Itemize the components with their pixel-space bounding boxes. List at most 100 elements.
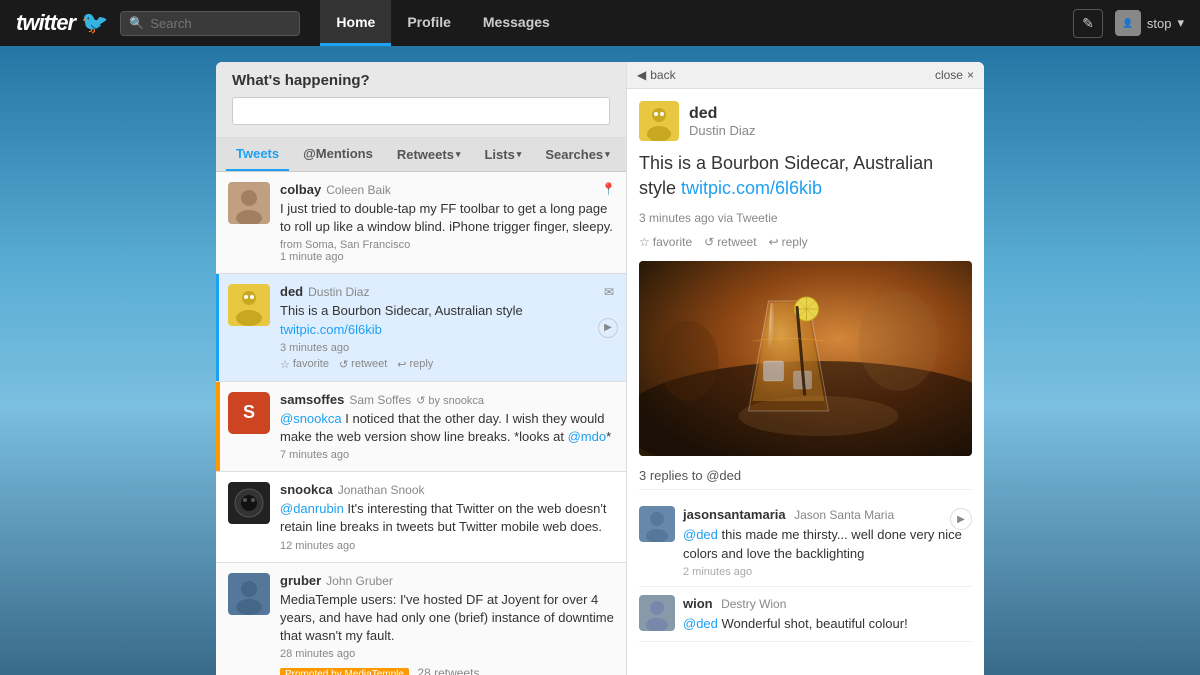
tweet-body: ded Dustin Diaz ✉ This is a Bourbon Side… xyxy=(280,284,614,370)
promoted-indicator xyxy=(216,382,220,471)
reply-realname: Jason Santa Maria xyxy=(794,508,894,522)
whats-happening-section: What's happening? xyxy=(216,62,626,138)
back-arrow-icon: ◀ xyxy=(637,68,646,82)
reply-item[interactable]: jasonsantamaria Jason Santa Maria @ded t… xyxy=(639,498,972,586)
detail-meta: 3 minutes ago via Tweetie xyxy=(639,211,972,225)
tweet-time: 1 minute ago xyxy=(280,251,344,263)
tab-tweets[interactable]: Tweets xyxy=(226,138,289,171)
tweet-compose-input[interactable] xyxy=(232,97,610,125)
tweet-text: @snookca I noticed that the other day. I… xyxy=(280,410,614,446)
reply-header: jasonsantamaria Jason Santa Maria xyxy=(683,506,972,524)
tweet-header: ded Dustin Diaz ✉ xyxy=(280,284,614,299)
back-label: back xyxy=(650,68,675,82)
tweet-actions: ☆ favorite ↺ retweet ↩ reply xyxy=(280,358,614,371)
tweet-meta: from Soma, San Francisco 1 minute ago xyxy=(280,239,614,263)
logo-text: twitter xyxy=(16,10,75,36)
detail-tweet-time: 3 minutes ago via Tweetie xyxy=(639,211,778,225)
detail-content: ded Dustin Diaz This is a Bourbon Sideca… xyxy=(627,89,984,675)
nav-profile[interactable]: Profile xyxy=(391,0,467,46)
detail-tweet-link[interactable]: twitpic.com/6l6kib xyxy=(681,178,822,198)
search-box[interactable]: 🔍 xyxy=(120,11,300,36)
user-menu[interactable]: 👤 stop ▾ xyxy=(1115,10,1184,36)
compose-button[interactable]: ✎ xyxy=(1073,9,1103,38)
tweet-expand-arrow[interactable]: ▶ xyxy=(598,318,618,338)
tweet-realname: Jonathan Snook xyxy=(338,483,425,497)
right-panel: ◀ back close × xyxy=(626,62,984,675)
tweet-location: from Soma, San Francisco xyxy=(280,239,410,251)
tweet-text: I just tried to double-tap my FF toolbar… xyxy=(280,200,614,236)
reply-action[interactable]: ↩ reply xyxy=(397,358,433,371)
mention-link[interactable]: @danrubin xyxy=(280,501,344,516)
reply-icon: ↩ xyxy=(769,235,779,249)
reply-header: wion Destry Wion xyxy=(683,595,972,613)
reply-body: wion Destry Wion @ded Wonderful shot, be… xyxy=(683,595,972,633)
tweet-time: 3 minutes ago xyxy=(280,342,614,354)
main-nav: Home Profile Messages xyxy=(320,0,565,46)
mention-link[interactable]: @snookca xyxy=(280,411,342,426)
dropdown-arrow-icon: ▾ xyxy=(1177,15,1184,31)
tweet-username: snookca xyxy=(280,482,333,497)
tweet-username: gruber xyxy=(280,573,321,588)
tweet-item[interactable]: colbay Coleen Baik I just tried to doubl… xyxy=(216,172,626,274)
avatar xyxy=(228,182,270,224)
back-button[interactable]: ◀ back xyxy=(637,68,676,82)
timeline-tabs: Tweets @Mentions Retweets ▾ Lists ▾ Sear… xyxy=(216,138,626,172)
location-pin-icon: 📍 xyxy=(601,182,616,196)
tweet-text: MediaTemple users: I've hosted DF at Joy… xyxy=(280,591,614,646)
tweet-image xyxy=(639,261,972,456)
tweet-item[interactable]: ded Dustin Diaz ✉ This is a Bourbon Side… xyxy=(216,274,626,381)
reply-avatar xyxy=(639,595,675,631)
tab-searches[interactable]: Searches ▾ xyxy=(535,139,619,170)
reply-mention[interactable]: @ded xyxy=(683,527,718,542)
reply-body: jasonsantamaria Jason Santa Maria @ded t… xyxy=(683,506,972,577)
tweet-item[interactable]: S samsoffes Sam Soffes ↺ by snookca @sno… xyxy=(216,382,626,472)
mention-link2[interactable]: @mdo xyxy=(568,429,607,444)
main-content: What's happening? Tweets @Mentions Retwe… xyxy=(0,46,1200,675)
tab-mentions[interactable]: @Mentions xyxy=(293,138,383,171)
detail-user-row: ded Dustin Diaz xyxy=(639,101,972,141)
left-panel: What's happening? Tweets @Mentions Retwe… xyxy=(216,62,626,675)
detail-user-info: ded Dustin Diaz xyxy=(689,105,755,138)
retweet-count: 28 retweets xyxy=(417,666,479,675)
close-button[interactable]: close × xyxy=(935,68,974,82)
tweet-header: snookca Jonathan Snook xyxy=(280,482,614,497)
detail-actions: ☆ favorite ↺ retweet ↩ reply xyxy=(639,235,972,249)
tweet-username: samsoffes xyxy=(280,392,344,407)
promoted-badge: Promoted by MediaTemple xyxy=(280,668,409,675)
nav-home[interactable]: Home xyxy=(320,0,391,46)
topbar-right: ✎ 👤 stop ▾ xyxy=(1073,9,1184,38)
username-label: stop xyxy=(1147,16,1172,31)
detail-retweet-action[interactable]: ↺ retweet xyxy=(704,235,756,249)
replies-header: 3 replies to @ded xyxy=(639,468,972,490)
reply-item[interactable]: wion Destry Wion @ded Wonderful shot, be… xyxy=(639,587,972,642)
tab-retweets[interactable]: Retweets ▾ xyxy=(387,139,471,170)
tweet-realname: John Gruber xyxy=(326,574,393,588)
tweet-item[interactable]: gruber John Gruber MediaTemple users: I'… xyxy=(216,563,626,675)
tweet-item[interactable]: snookca Jonathan Snook @danrubin It's in… xyxy=(216,472,626,562)
promoted-info: Promoted by MediaTemple 28 retweets xyxy=(280,664,614,675)
detail-favorite-action[interactable]: ☆ favorite xyxy=(639,235,692,249)
nav-messages[interactable]: Messages xyxy=(467,0,566,46)
reply-realname: Destry Wion xyxy=(721,597,786,611)
detail-realname: Dustin Diaz xyxy=(689,123,755,138)
reply-username: jasonsantamaria xyxy=(683,507,786,522)
favorite-action[interactable]: ☆ favorite xyxy=(280,358,329,371)
retweet-action[interactable]: ↺ retweet xyxy=(339,358,387,371)
tweet-time: 28 minutes ago xyxy=(280,648,614,660)
search-input[interactable] xyxy=(150,16,290,31)
detail-reply-action[interactable]: ↩ reply xyxy=(769,235,808,249)
tweet-username: colbay xyxy=(280,182,321,197)
search-icon: 🔍 xyxy=(129,16,144,30)
tab-lists[interactable]: Lists ▾ xyxy=(474,139,531,170)
reply-avatar xyxy=(639,506,675,542)
tweet-link[interactable]: twitpic.com/6l6kib xyxy=(280,322,382,337)
searches-dropdown-arrow-icon: ▾ xyxy=(605,149,610,160)
lists-dropdown-arrow-icon: ▾ xyxy=(517,149,522,160)
tweet-realname: Coleen Baik xyxy=(326,183,391,197)
retweet-icon: ↺ xyxy=(704,235,714,249)
topbar: twitter 🐦 🔍 Home Profile Messages ✎ 👤 st… xyxy=(0,0,1200,46)
tweet-username: ded xyxy=(280,284,303,299)
tweet-header: samsoffes Sam Soffes ↺ by snookca xyxy=(280,392,614,407)
avatar xyxy=(228,284,270,326)
reply-mention[interactable]: @ded xyxy=(683,616,718,631)
